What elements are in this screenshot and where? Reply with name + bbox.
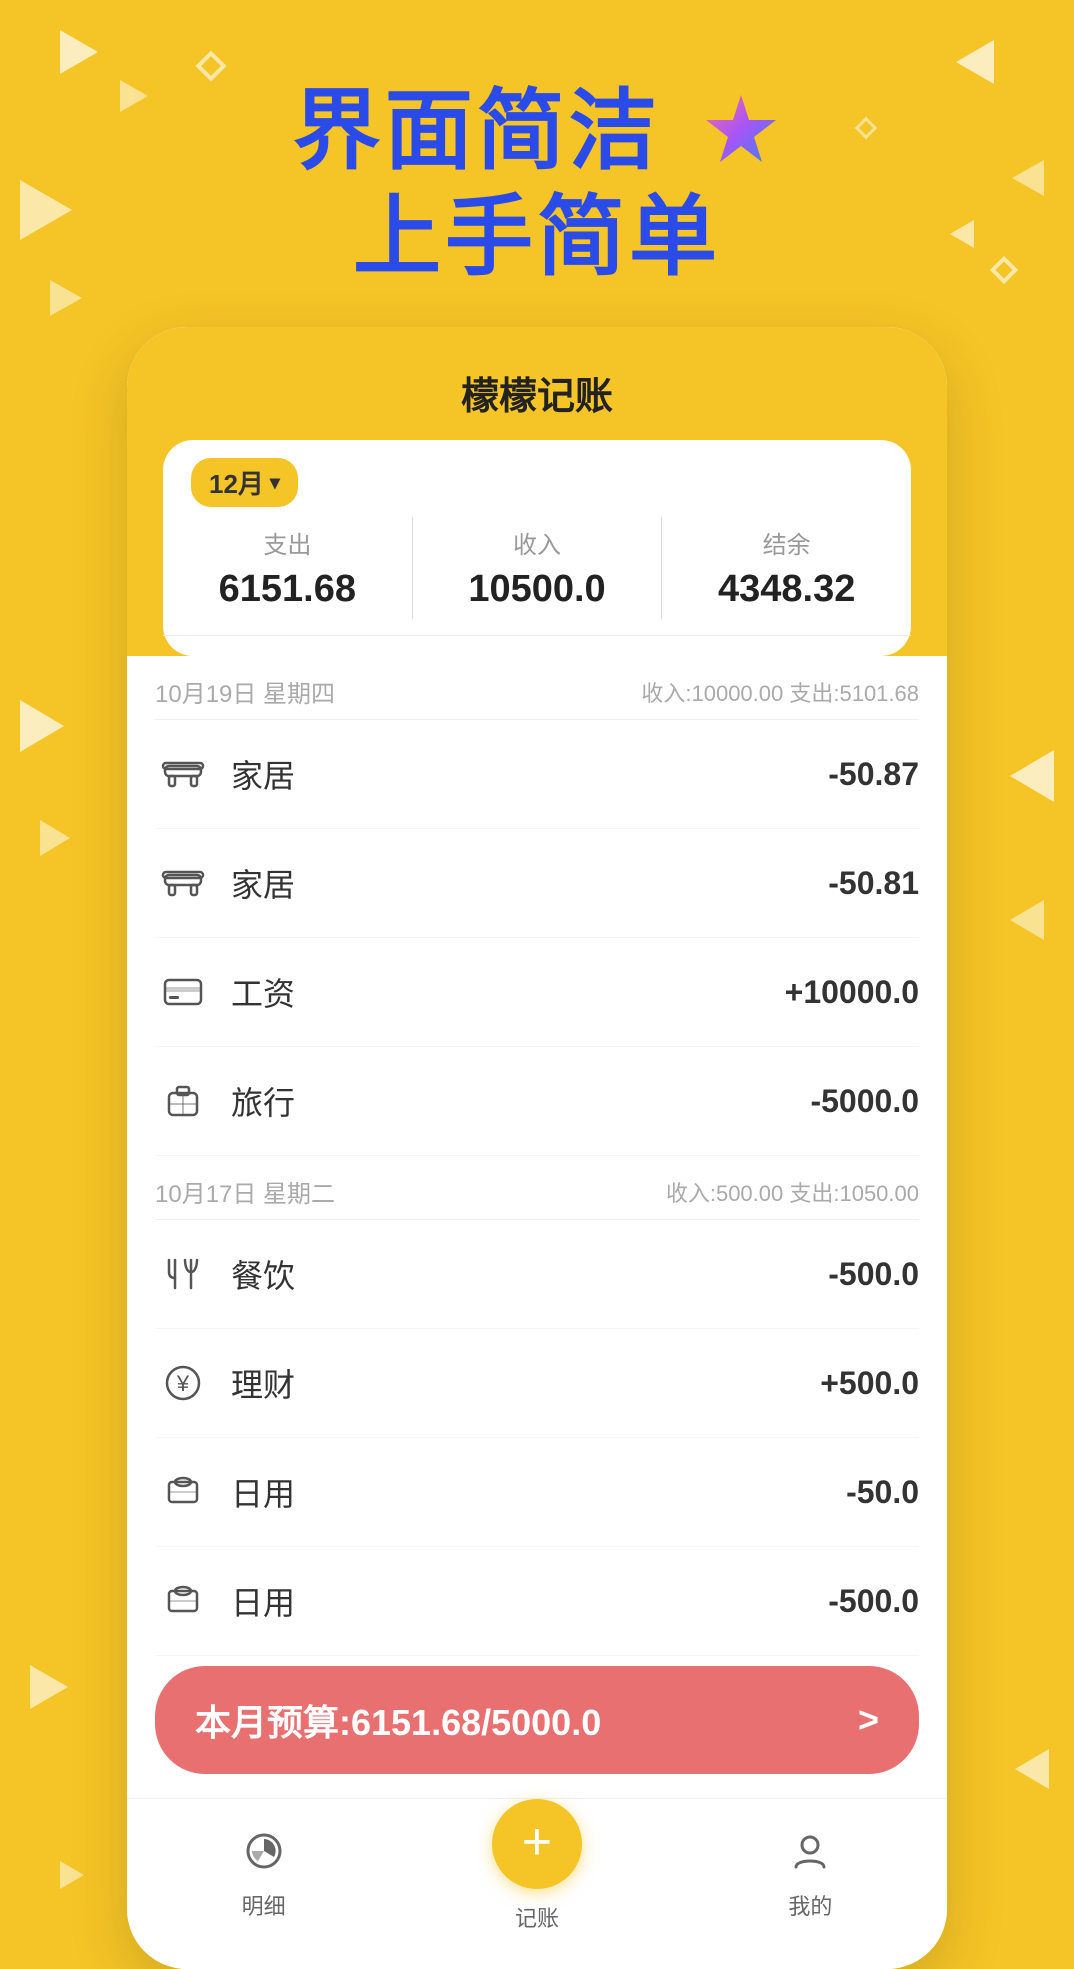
transaction-name: 日用 — [231, 1469, 846, 1515]
profile-nav-label: 我的 — [788, 1889, 832, 1921]
hero-line2: 上手简单 — [0, 186, 1074, 287]
deco-triangle-bottom-2 — [1015, 1749, 1049, 1789]
income-stat: 收入 10500.0 — [412, 517, 662, 619]
stats-card: 12月 支出 6151.68 收入 10500.0 结余 4348.32 — [163, 440, 911, 656]
detail-nav-label: 明细 — [242, 1889, 286, 1921]
transaction-item[interactable]: 家居 -50.87 — [155, 720, 919, 829]
transaction-name: 日用 — [231, 1578, 828, 1624]
month-selector[interactable]: 12月 — [191, 458, 298, 507]
transaction-name: 旅行 — [231, 1078, 810, 1124]
deco-triangle-8 — [20, 700, 64, 752]
month-label: 12月 — [209, 464, 264, 501]
date-summary: 收入:10000.00 支出:5101.68 — [641, 676, 919, 708]
hero-section: 界面简洁 上手简单 — [0, 0, 1074, 287]
transaction-amount: -50.0 — [846, 1474, 919, 1511]
transaction-item[interactable]: 工资 +10000.0 — [155, 938, 919, 1047]
transaction-amount: -50.81 — [828, 865, 919, 902]
transaction-item[interactable]: 餐饮 -500.0 — [155, 1220, 919, 1329]
add-button[interactable]: + — [492, 1799, 582, 1889]
transaction-amount: -500.0 — [828, 1256, 919, 1293]
transaction-icon-daily — [155, 1464, 211, 1520]
transaction-name: 家居 — [231, 751, 828, 797]
balance-stat: 结余 4348.32 — [661, 517, 911, 619]
expense-stat: 支出 6151.68 — [163, 517, 412, 619]
svg-text:¥: ¥ — [176, 1371, 190, 1396]
transaction-item[interactable]: 日用 -50.0 — [155, 1438, 919, 1547]
transaction-item[interactable]: 旅行 -5000.0 — [155, 1047, 919, 1156]
add-icon: + — [522, 1816, 552, 1868]
date-header: 10月17日 星期二 收入:500.00 支出:1050.00 — [155, 1156, 919, 1220]
nav-item-detail[interactable]: 明细 — [127, 1831, 400, 1921]
deco-triangle-9 — [40, 820, 70, 856]
date-summary: 收入:500.00 支出:1050.00 — [666, 1176, 919, 1208]
transaction-icon-dining — [155, 1246, 211, 1302]
stats-row: 支出 6151.68 收入 10500.0 结余 4348.32 — [163, 517, 911, 636]
expense-value: 6151.68 — [163, 568, 412, 611]
phone-mockup: 檬檬记账 12月 支出 6151.68 收入 10500.0 结余 4348.3… — [127, 327, 947, 1969]
balance-label: 结余 — [662, 525, 911, 560]
transaction-name: 餐饮 — [231, 1251, 828, 1297]
transaction-icon-luggage — [155, 1073, 211, 1129]
budget-text: 本月预算:6151.68/5000.0 — [195, 1694, 601, 1746]
app-title: 檬檬记账 — [163, 355, 911, 440]
budget-bar[interactable]: 本月预算:6151.68/5000.0 > — [155, 1666, 919, 1774]
deco-triangle-bottom-3 — [60, 1861, 84, 1889]
transaction-icon-finance: ¥ — [155, 1355, 211, 1411]
deco-triangle-11 — [1010, 900, 1044, 940]
transaction-amount: +10000.0 — [785, 974, 919, 1011]
add-nav-label: 记账 — [515, 1901, 559, 1933]
transaction-item[interactable]: 家居 -50.81 — [155, 829, 919, 938]
bottom-nav: 明细 + 记账 我的 — [127, 1798, 947, 1969]
transaction-amount: -5000.0 — [810, 1083, 919, 1120]
date-header: 10月19日 星期四 收入:10000.00 支出:5101.68 — [155, 656, 919, 720]
deco-triangle-bottom-1 — [30, 1665, 68, 1709]
transaction-amount: +500.0 — [820, 1365, 919, 1402]
expense-label: 支出 — [163, 525, 412, 560]
profile-icon — [790, 1831, 830, 1881]
balance-value: 4348.32 — [662, 568, 911, 611]
detail-icon — [244, 1831, 284, 1881]
nav-item-profile[interactable]: 我的 — [674, 1831, 947, 1921]
transaction-icon-daily — [155, 1573, 211, 1629]
transaction-name: 理财 — [231, 1360, 820, 1406]
transaction-name: 家居 — [231, 860, 828, 906]
date-label: 10月19日 星期四 — [155, 674, 335, 709]
transaction-list: 10月19日 星期四 收入:10000.00 支出:5101.68 家居 -50… — [127, 656, 947, 1656]
transaction-item[interactable]: ¥ 理财 +500.0 — [155, 1329, 919, 1438]
hero-line1-text: 界面简洁 — [293, 81, 661, 180]
income-label: 收入 — [413, 525, 662, 560]
budget-arrow-icon: > — [858, 1699, 879, 1741]
transaction-amount: -50.87 — [828, 756, 919, 793]
transaction-amount: -500.0 — [828, 1583, 919, 1620]
transaction-icon-furniture — [155, 746, 211, 802]
phone-top-area: 檬檬记账 12月 支出 6151.68 收入 10500.0 结余 4348.3… — [127, 327, 947, 656]
transaction-item[interactable]: 日用 -500.0 — [155, 1547, 919, 1656]
hero-line1: 界面简洁 — [0, 80, 1074, 186]
transaction-icon-card — [155, 964, 211, 1020]
transaction-icon-furniture — [155, 855, 211, 911]
date-label: 10月17日 星期二 — [155, 1174, 335, 1209]
nav-item-add[interactable]: + 记账 — [400, 1819, 673, 1933]
star-icon — [701, 90, 781, 187]
income-value: 10500.0 — [413, 568, 662, 611]
transaction-name: 工资 — [231, 969, 785, 1015]
deco-triangle-10 — [1010, 750, 1054, 802]
